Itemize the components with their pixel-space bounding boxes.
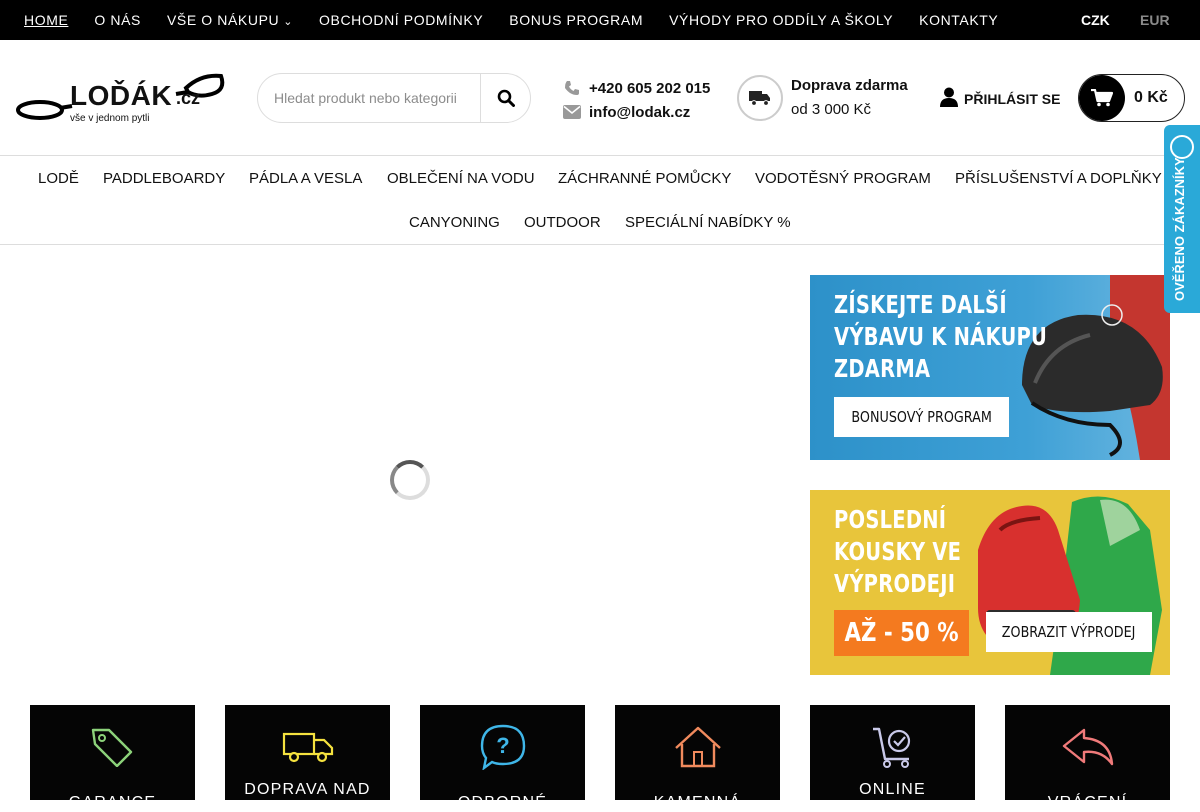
shipping-text: Doprava zdarma od 3 000 Kč [791,74,908,122]
login-button[interactable]: PŘIHLÁSIT SE [940,87,1060,110]
discount-label: AŽ - 50 % [844,618,959,648]
feature-expert[interactable]: ? ODBORNÉ [420,705,585,811]
shipping-line2: od 3 000 Kč [791,101,872,118]
feature-store[interactable]: KAMENNÁ [615,705,780,811]
currency-czk[interactable]: CZK [1081,0,1110,40]
top-bar: HOME O NÁS VŠE O NÁKUPU ⌄ OBCHODNÍ PODMÍN… [0,0,1200,40]
feature-boxes: GARANCE DOPRAVA NAD ? ODBORNÉ KAMENNÁ ON… [30,705,1170,811]
category-canyoning[interactable]: CANYONING [409,214,500,231]
phone-icon [562,80,582,96]
question-bubble-icon: ? [420,723,585,771]
category-row-2: CANYONING OUTDOOR SPECIÁLNÍ NABÍDKY % [0,200,1200,244]
bonus-program-button[interactable]: BONUSOVÝ PROGRAM [834,397,1009,437]
tag-icon [30,723,195,771]
topnav-home[interactable]: HOME [24,12,68,28]
category-accessories[interactable]: PŘÍSLUŠENSTVÍ A DOPLŇKY [955,170,1162,187]
category-special-offers[interactable]: SPECIÁLNÍ NABÍDKY % [625,214,791,231]
feature-shipping-label: DOPRAVA NAD [244,781,371,798]
envelope-icon [562,105,582,119]
loading-spinner-icon [390,460,430,500]
bonus-program-button-label: BONUSOVÝ PROGRAM [851,408,992,426]
sale-banner-title: POSLEDNÍ KOUSKY VE VÝPRODEJI [834,504,961,600]
sale-title-line1: POSLEDNÍ [834,505,947,534]
category-water-clothing[interactable]: OBLEČENÍ NA VODU [387,170,535,187]
show-sale-button-label: ZOBRAZIT VÝPRODEJ [1002,623,1136,641]
chevron-down-icon: ⌄ [283,16,294,28]
topnav-contacts[interactable]: KONTAKTY [919,12,998,28]
verified-label: OVĚŘENO ZÁKAZNÍKY [1172,157,1187,301]
search-button[interactable] [480,74,530,122]
topnav-shopping-info[interactable]: VŠE O NÁKUPU ⌄ [167,12,293,28]
reply-arrow-icon [1005,723,1170,771]
contact-email: info@lodak.cz [562,100,710,124]
verified-badge-icon [1170,135,1194,159]
login-label: PŘIHLÁSIT SE [964,90,1061,107]
sale-title-line2: KOUSKY VE [834,537,962,566]
discount-badge: AŽ - 50 % [834,610,969,656]
category-nav: LODĚ PADDLEBOARDY PÁDLA A VESLA OBLEČENÍ… [0,156,1200,245]
bonus-banner-title: ZÍSKEJTE DALŠÍ VÝBAVU K NÁKUPU ZDARMA [834,289,1047,385]
feature-guarantee[interactable]: GARANCE [30,705,195,811]
search-icon [497,89,515,107]
bonus-program-banner[interactable]: ZÍSKEJTE DALŠÍ VÝBAVU K NÁKUPU ZDARMA BO… [810,275,1170,460]
house-icon [615,723,780,771]
cart-button[interactable]: 0 Kč [1078,74,1185,122]
feature-expert-label: ODBORNÉ [457,794,548,811]
logo-suffix: .cz [176,88,201,108]
feature-online-label: ONLINE [859,781,926,798]
search-box [257,73,531,123]
category-rescue-aids[interactable]: ZÁCHRANNÉ POMŮCKY [558,170,731,187]
category-row-1: LODĚ PADDLEBOARDY PÁDLA A VESLA OBLEČENÍ… [0,156,1200,200]
topnav-terms[interactable]: OBCHODNÍ PODMÍNKY [319,12,483,28]
category-boats[interactable]: LODĚ [38,170,79,187]
site-header: LOĎÁK .cz vše v jednom pytli +420 605 20… [0,40,1200,156]
svg-text:?: ? [496,733,509,758]
contact-info: +420 605 202 015 info@lodak.cz [562,76,710,124]
cart-icon [1079,75,1125,121]
phone-link[interactable]: +420 605 202 015 [589,80,710,97]
topnav-about[interactable]: O NÁS [94,12,141,28]
topnav-bonus-program[interactable]: BONUS PROGRAM [509,12,643,28]
currency-eur[interactable]: EUR [1140,0,1170,40]
search-input[interactable] [258,74,481,122]
logo[interactable]: LOĎÁK .cz vše v jednom pytli [16,70,226,128]
logo-text: LOĎÁK [70,80,173,111]
contact-phone: +420 605 202 015 [562,76,710,100]
user-icon [940,87,958,110]
truck-icon [225,723,390,771]
sale-title-line3: VÝPRODEJI [834,569,956,598]
email-link[interactable]: info@lodak.cz [589,104,690,121]
feature-store-label: KAMENNÁ [653,794,742,811]
category-outdoor[interactable]: OUTDOOR [524,214,601,231]
feature-online[interactable]: ONLINE [810,705,975,800]
truck-icon [737,75,783,121]
sale-banner[interactable]: POSLEDNÍ KOUSKY VE VÝPRODEJI AŽ - 50 % Z… [810,490,1170,675]
free-shipping-info: Doprava zdarma od 3 000 Kč [737,74,908,122]
bonus-title-line1: ZÍSKEJTE DALŠÍ [834,290,1007,319]
category-paddles-oars[interactable]: PÁDLA A VESLA [249,170,362,187]
bonus-title-line2: VÝBAVU K NÁKUPU [834,322,1048,351]
cart-total: 0 Kč [1134,89,1168,106]
feature-returns-label: VRÁCENÍ [1047,794,1128,811]
topnav-shopping-info-label: VŠE O NÁKUPU [166,12,280,28]
category-paddleboards[interactable]: PADDLEBOARDY [103,170,225,187]
feature-returns[interactable]: VRÁCENÍ [1005,705,1170,811]
logo-tagline: vše v jednom pytli [70,113,150,124]
bonus-title-line3: ZDARMA [834,354,931,383]
feature-guarantee-label: GARANCE [68,794,157,811]
show-sale-button[interactable]: ZOBRAZIT VÝPRODEJ [986,612,1152,652]
topnav-clubs-schools[interactable]: VÝHODY PRO ODDÍLY A ŠKOLY [669,12,893,28]
category-waterproof[interactable]: VODOTĚSNÝ PROGRAM [755,170,931,187]
cart-check-icon [810,723,975,771]
top-nav: HOME O NÁS VŠE O NÁKUPU ⌄ OBCHODNÍ PODMÍN… [24,0,1024,40]
verified-by-customers-widget[interactable]: OVĚŘENO ZÁKAZNÍKY [1164,125,1200,313]
feature-shipping[interactable]: DOPRAVA NAD [225,705,390,800]
shipping-line1: Doprava zdarma [791,77,908,94]
